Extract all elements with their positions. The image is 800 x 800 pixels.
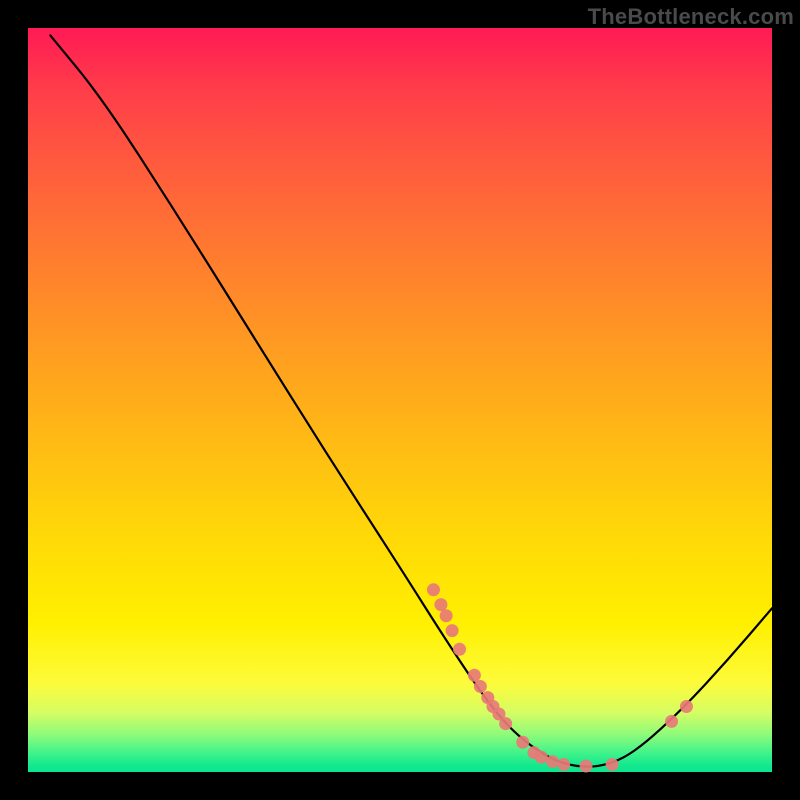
data-point xyxy=(557,758,570,771)
data-point xyxy=(499,717,512,730)
data-point xyxy=(474,680,487,693)
data-point xyxy=(427,583,440,596)
data-point xyxy=(446,624,459,637)
data-point xyxy=(440,609,453,622)
data-point xyxy=(580,760,593,773)
chart-frame xyxy=(28,28,772,772)
watermark-text: TheBottleneck.com xyxy=(588,4,794,30)
data-point xyxy=(606,758,619,771)
data-point xyxy=(546,755,559,768)
data-points-group xyxy=(427,583,693,772)
data-point xyxy=(665,715,678,728)
data-point xyxy=(468,669,481,682)
data-point xyxy=(453,643,466,656)
bottleneck-curve xyxy=(50,35,772,766)
data-point xyxy=(535,751,548,764)
data-point xyxy=(516,736,529,749)
data-point xyxy=(434,598,447,611)
plot-svg xyxy=(28,28,772,772)
data-point xyxy=(680,700,693,713)
